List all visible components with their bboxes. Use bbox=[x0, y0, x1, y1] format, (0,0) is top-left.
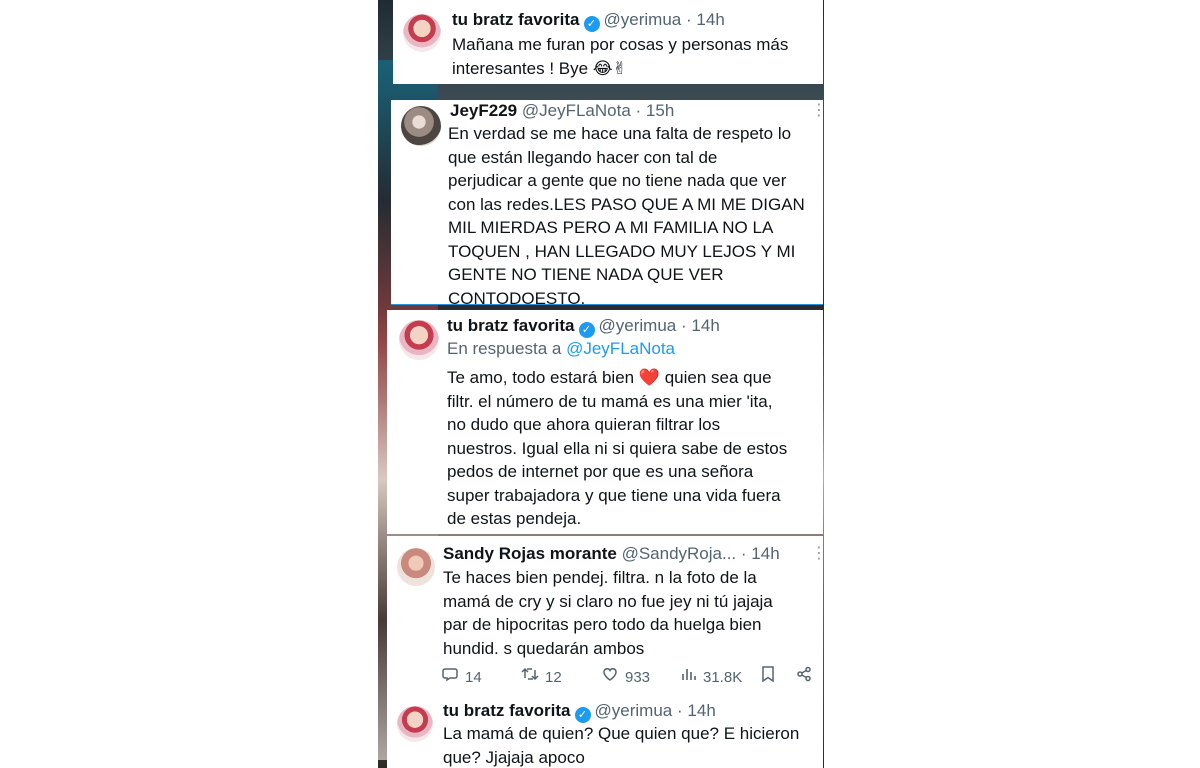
avatar[interactable] bbox=[403, 14, 441, 52]
tweet-text: La mamá de quien? Que quien que? E hicie… bbox=[443, 724, 800, 767]
retweet-count: 12 bbox=[545, 669, 562, 686]
author-name[interactable]: tu bratz favorita bbox=[452, 10, 580, 29]
views-button[interactable]: 31.8K bbox=[679, 666, 742, 689]
views-count: 31.8K bbox=[703, 669, 743, 686]
share-icon bbox=[795, 666, 813, 689]
share-button[interactable] bbox=[795, 666, 819, 689]
author-name[interactable]: tu bratz favorita bbox=[443, 701, 571, 720]
author-handle[interactable]: @JeyFLaNota bbox=[522, 101, 631, 120]
author-handle[interactable]: @yerimua bbox=[595, 701, 673, 720]
separator: · bbox=[681, 316, 687, 335]
author-handle[interactable]: @yerimua bbox=[599, 316, 677, 335]
timestamp[interactable]: 14h bbox=[687, 701, 715, 720]
more-dots-icon[interactable]: ⋮ bbox=[811, 543, 823, 563]
avatar[interactable] bbox=[397, 706, 433, 742]
reply-mention-link[interactable]: @JeyFLaNota bbox=[566, 339, 675, 358]
author-handle[interactable]: @yerimua bbox=[604, 10, 682, 29]
reply-button[interactable]: 14 bbox=[441, 666, 482, 689]
like-button[interactable]: 933 bbox=[601, 666, 650, 689]
reply-icon bbox=[441, 666, 459, 689]
avatar[interactable] bbox=[397, 548, 435, 586]
timestamp[interactable]: 15h bbox=[646, 101, 674, 120]
separator: · bbox=[635, 101, 642, 120]
like-count: 933 bbox=[625, 669, 651, 686]
reply-count: 14 bbox=[465, 669, 482, 686]
reply-context: En respuesta a @JeyFLaNota bbox=[447, 338, 675, 360]
tweet-card-2[interactable]: JeyF229 @JeyFLaNota · 15h ⋮ En verdad se… bbox=[391, 100, 823, 304]
author-name[interactable]: JeyF229 bbox=[450, 101, 517, 120]
separator: · bbox=[677, 701, 683, 720]
retweet-icon bbox=[521, 666, 539, 689]
verified-badge-icon: ✓ bbox=[578, 322, 595, 338]
tweet-card-1[interactable]: tu bratz favorita ✓ @yerimua · 14h Mañana … bbox=[393, 0, 823, 84]
verified-badge-icon: ✓ bbox=[574, 707, 591, 723]
avatar[interactable] bbox=[401, 106, 441, 146]
author-handle[interactable]: @SandyRoja... bbox=[622, 544, 737, 563]
reply-prefix: En respuesta a bbox=[447, 339, 562, 358]
views-icon bbox=[679, 666, 697, 689]
divider-line bbox=[391, 304, 823, 305]
bookmark-icon bbox=[759, 666, 777, 689]
heart-icon bbox=[601, 666, 619, 689]
more-dots-icon[interactable]: ⋮ bbox=[811, 100, 823, 120]
timestamp[interactable]: 14h bbox=[696, 10, 724, 29]
verified-badge-icon: ✓ bbox=[583, 16, 600, 32]
timestamp[interactable]: 14h bbox=[691, 316, 719, 335]
author-name[interactable]: tu bratz favorita bbox=[447, 316, 575, 335]
tweet-card-5[interactable]: tu bratz favorita ✓ @yerimua · 14h La mamá… bbox=[387, 696, 823, 768]
avatar[interactable] bbox=[399, 320, 439, 360]
tweet-text: Te haces bien pendej. filtra. n la foto … bbox=[443, 568, 773, 658]
tweet-card-3[interactable]: tu bratz favorita ✓ @yerimua · 14h En resp… bbox=[387, 310, 823, 534]
author-name[interactable]: Sandy Rojas morante bbox=[443, 544, 617, 563]
bookmark-button[interactable] bbox=[759, 666, 783, 689]
separator: · bbox=[686, 10, 692, 29]
tweet-text: Te amo, todo estará bien ❤️ quien sea qu… bbox=[447, 368, 788, 528]
tweet-actions-bar: 14 12 933 31.8K bbox=[441, 666, 821, 688]
tweet-text: Mañana me furan por cosas y personas más… bbox=[452, 35, 789, 78]
timestamp[interactable]: 14h bbox=[751, 544, 779, 563]
tweet-text: En verdad se me hace una falta de respet… bbox=[448, 124, 805, 304]
separator: · bbox=[740, 544, 747, 563]
retweet-button[interactable]: 12 bbox=[521, 666, 562, 689]
